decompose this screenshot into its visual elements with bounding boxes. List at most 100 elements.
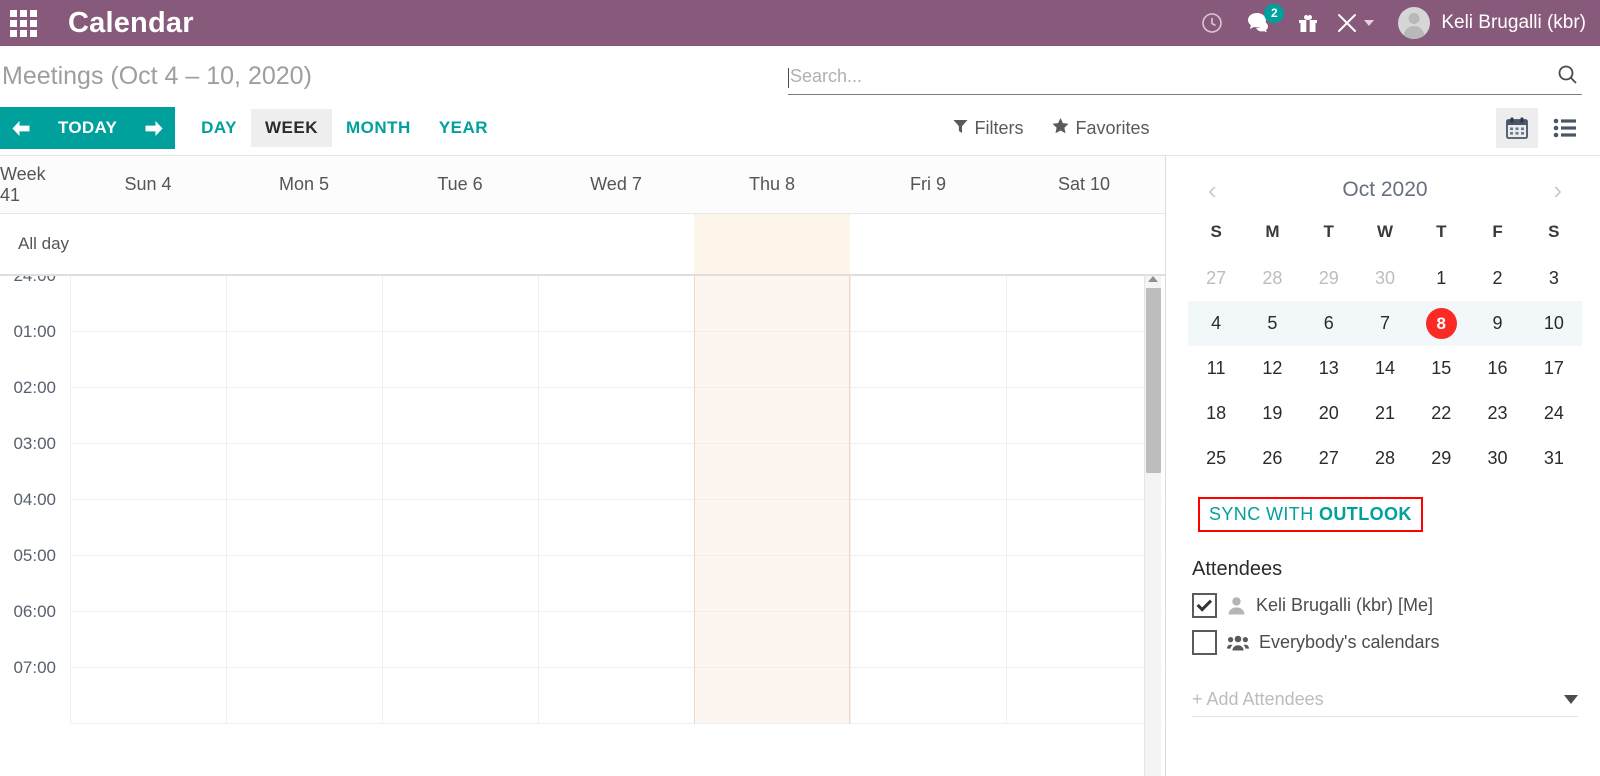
mini-day-cell[interactable]: 23 [1469,391,1525,436]
mini-day-cell[interactable]: 27 [1188,256,1244,301]
mini-day-cell[interactable]: 6 [1300,301,1357,346]
day-header-sun[interactable]: Sun 4 [70,174,226,195]
mini-day-cell[interactable]: 20 [1301,391,1357,436]
day-header-mon[interactable]: Mon 5 [226,174,382,195]
attendee-row[interactable]: Keli Brugalli (kbr) [Me] [1188,587,1582,624]
all-day-cell-thu[interactable] [694,214,850,274]
scale-button-month[interactable]: MONTH [332,109,425,147]
mini-day-cell[interactable]: 19 [1244,391,1300,436]
all-day-cell-wed[interactable] [538,214,694,274]
calendar-vertical-scrollbar[interactable] [1144,276,1161,776]
mini-day-cell[interactable]: 7 [1356,301,1414,346]
day-column-thu[interactable] [694,276,850,724]
app-title: Calendar [68,6,194,39]
mini-day-cell[interactable]: 28 [1357,436,1413,481]
calendar-view-icon[interactable] [1496,108,1538,148]
list-view-icon[interactable] [1544,108,1586,148]
gift-icon[interactable] [1286,0,1330,46]
all-day-cell-mon[interactable] [226,214,382,274]
scale-button-year[interactable]: YEAR [425,109,502,147]
messages-icon[interactable]: 2 [1234,0,1286,46]
weekday-header: W [1376,222,1393,241]
search-input[interactable] [786,66,1549,89]
week-number-label: Week 41 [0,163,46,205]
mini-day-cell[interactable]: 21 [1357,391,1413,436]
tools-icon[interactable] [1330,0,1384,46]
day-column-mon[interactable] [226,276,382,724]
mini-day-cell[interactable]: 25 [1188,436,1244,481]
chevron-down-icon[interactable] [1564,695,1578,704]
mini-day-cell[interactable]: 27 [1301,436,1357,481]
scrollbar-thumb[interactable] [1146,288,1161,473]
scale-button-day[interactable]: DAY [187,109,251,147]
weekday-header: T [1323,222,1334,241]
mini-day-cell[interactable]: 30 [1357,256,1413,301]
search-view[interactable] [786,61,1582,95]
mini-day-cell[interactable]: 29 [1413,436,1469,481]
attendee-checkbox-checked[interactable] [1192,593,1217,618]
chevron-left-icon[interactable]: ‹ [1200,177,1225,203]
sync-with-outlook-button[interactable]: SYNC WITH OUTLOOK [1198,497,1423,532]
calendar-grid: Week 41 Sun 4 Mon 5 Tue 6 Wed 7 Thu 8 Fr… [0,156,1165,776]
search-dropdowns: Filters Favorites [953,117,1150,139]
mini-day-cell[interactable]: 28 [1244,256,1300,301]
all-day-cell-sun[interactable] [70,214,226,274]
mini-day-cell[interactable]: 11 [1188,346,1244,391]
day-header-fri[interactable]: Fri 9 [850,174,1006,195]
mini-day-cell[interactable]: 9 [1469,301,1526,346]
mini-day-cell[interactable]: 17 [1526,346,1582,391]
calendar-sidebar: ‹ Oct 2020 › S M T W T F S 27 28 29 30 1… [1165,156,1600,776]
mini-day-cell[interactable]: 31 [1526,436,1582,481]
all-day-cell-tue[interactable] [382,214,538,274]
day-column-sat[interactable] [1006,276,1162,724]
mini-day-cell[interactable]: 24 [1526,391,1582,436]
scroll-up-arrow-icon[interactable] [1148,276,1158,282]
weekday-header: M [1265,222,1280,241]
mini-day-cell[interactable]: 16 [1469,346,1525,391]
mini-day-cell[interactable]: 22 [1413,391,1469,436]
attendee-checkbox-unchecked[interactable] [1192,630,1217,655]
mini-day-cell[interactable]: 29 [1301,256,1357,301]
mini-day-cell-today[interactable]: 8 [1413,301,1470,346]
next-period-button[interactable] [133,107,176,149]
mini-day-cell[interactable]: 4 [1188,301,1245,346]
mini-day-cell[interactable]: 1 [1413,256,1469,301]
today-button[interactable]: TODAY [42,107,134,149]
mini-day-cell[interactable]: 3 [1526,256,1582,301]
day-header-sat[interactable]: Sat 10 [1006,174,1162,195]
all-day-cell-sat[interactable] [1006,214,1162,274]
filters-dropdown[interactable]: Filters [953,118,1024,139]
mini-day-cell[interactable]: 26 [1244,436,1300,481]
search-icon[interactable] [1549,64,1582,92]
day-header-tue[interactable]: Tue 6 [382,174,538,195]
mini-day-cell[interactable]: 30 [1469,436,1525,481]
mini-day-cell[interactable]: 2 [1469,256,1525,301]
mini-day-cell[interactable]: 18 [1188,391,1244,436]
day-column-sun[interactable] [70,276,226,724]
day-column-tue[interactable] [382,276,538,724]
mini-day-cell[interactable]: 10 [1525,301,1582,346]
mini-day-cell[interactable]: 15 [1413,346,1469,391]
time-slot-0700: 07:00 [0,658,70,724]
apps-grid-icon[interactable] [0,0,46,46]
mini-calendar-week-row: 27 28 29 30 1 2 3 [1188,256,1582,301]
mini-day-cell[interactable]: 12 [1244,346,1300,391]
day-header-thu[interactable]: Thu 8 [694,174,850,195]
day-column-wed[interactable] [538,276,694,724]
prev-period-button[interactable] [0,107,42,149]
activity-clock-icon[interactable] [1190,0,1234,46]
day-column-fri[interactable] [850,276,1006,724]
person-icon [1227,596,1246,615]
user-menu[interactable]: Keli Brugalli (kbr) [1398,7,1586,39]
mini-day-cell[interactable]: 14 [1357,346,1413,391]
day-header-wed[interactable]: Wed 7 [538,174,694,195]
today-indicator: 8 [1425,308,1457,339]
all-day-cell-fri[interactable] [850,214,1006,274]
scale-button-week[interactable]: WEEK [250,109,332,147]
add-attendees-input[interactable]: + Add Attendees [1192,683,1578,717]
chevron-right-icon[interactable]: › [1545,177,1570,203]
attendee-row[interactable]: Everybody's calendars [1188,624,1582,661]
favorites-dropdown[interactable]: Favorites [1052,117,1150,139]
mini-day-cell[interactable]: 5 [1244,301,1301,346]
mini-day-cell[interactable]: 13 [1301,346,1357,391]
